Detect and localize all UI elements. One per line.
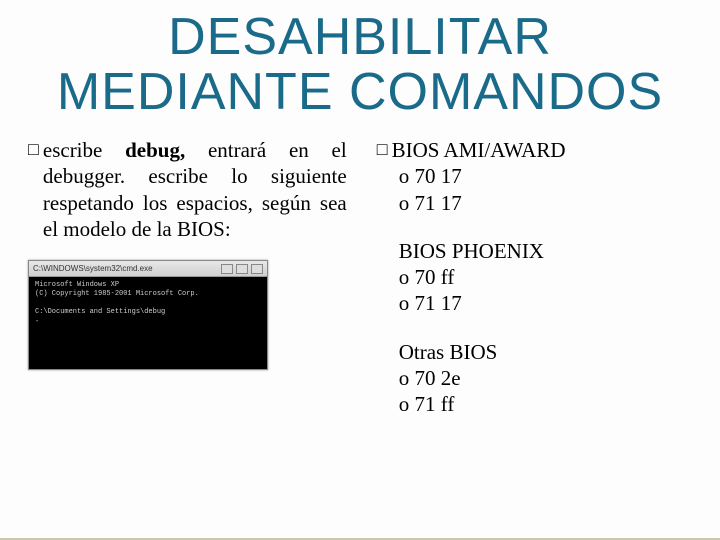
content-columns: □ escribe debug, entrará en el debugger.… [28,137,692,417]
bios3-block: Otras BIOS o 70 2e o 71 ff [399,339,696,418]
bios1-lines: o 70 17 o 71 17 [399,163,696,216]
bullet-icon: □ [28,137,39,162]
minimize-icon [221,264,233,274]
bios2-title: BIOS PHOENIX [399,238,696,264]
left-column: □ escribe debug, entrará en el debugger.… [28,137,347,417]
bios2-line2: o 71 17 [399,290,696,316]
bios3-line1: o 70 2e [399,365,696,391]
right-column: □ BIOS AMI/AWARD o 70 17 o 71 17 BIOS PH… [377,137,696,417]
bullet-icon: □ [377,137,388,162]
bios2-line1: o 70 ff [399,264,696,290]
slide: DESAHBILITAR MEDIANTE COMANDOS □ escribe… [0,0,720,540]
terminal-screenshot: C:\WINDOWS\system32\cmd.exe Microsoft Wi… [28,260,268,370]
right-content: □ BIOS AMI/AWARD o 70 17 o 71 17 BIOS PH… [377,137,696,417]
bios1-line2: o 71 17 [399,190,696,216]
bios1-heading: □ BIOS AMI/AWARD [377,137,696,163]
left-paragraph: escribe debug, entrará en el debugger. e… [43,137,347,242]
slide-title: DESAHBILITAR MEDIANTE COMANDOS [28,10,692,119]
terminal-titlebar: C:\WINDOWS\system32\cmd.exe [29,261,267,277]
bios3-line2: o 71 ff [399,391,696,417]
maximize-icon [236,264,248,274]
terminal-title-text: C:\WINDOWS\system32\cmd.exe [33,264,218,273]
bios1-line1: o 70 17 [399,163,696,189]
bios3-title: Otras BIOS [399,339,696,365]
close-icon [251,264,263,274]
terminal-body: Microsoft Windows XP (C) Copyright 1985-… [29,277,267,330]
left-text-bold: debug, [125,138,185,162]
left-bullet-block: □ escribe debug, entrará en el debugger.… [28,137,347,242]
bios1-title: BIOS AMI/AWARD [392,137,566,163]
left-text-pre: escribe [43,138,125,162]
bios2-block: BIOS PHOENIX o 70 ff o 71 17 [399,238,696,317]
